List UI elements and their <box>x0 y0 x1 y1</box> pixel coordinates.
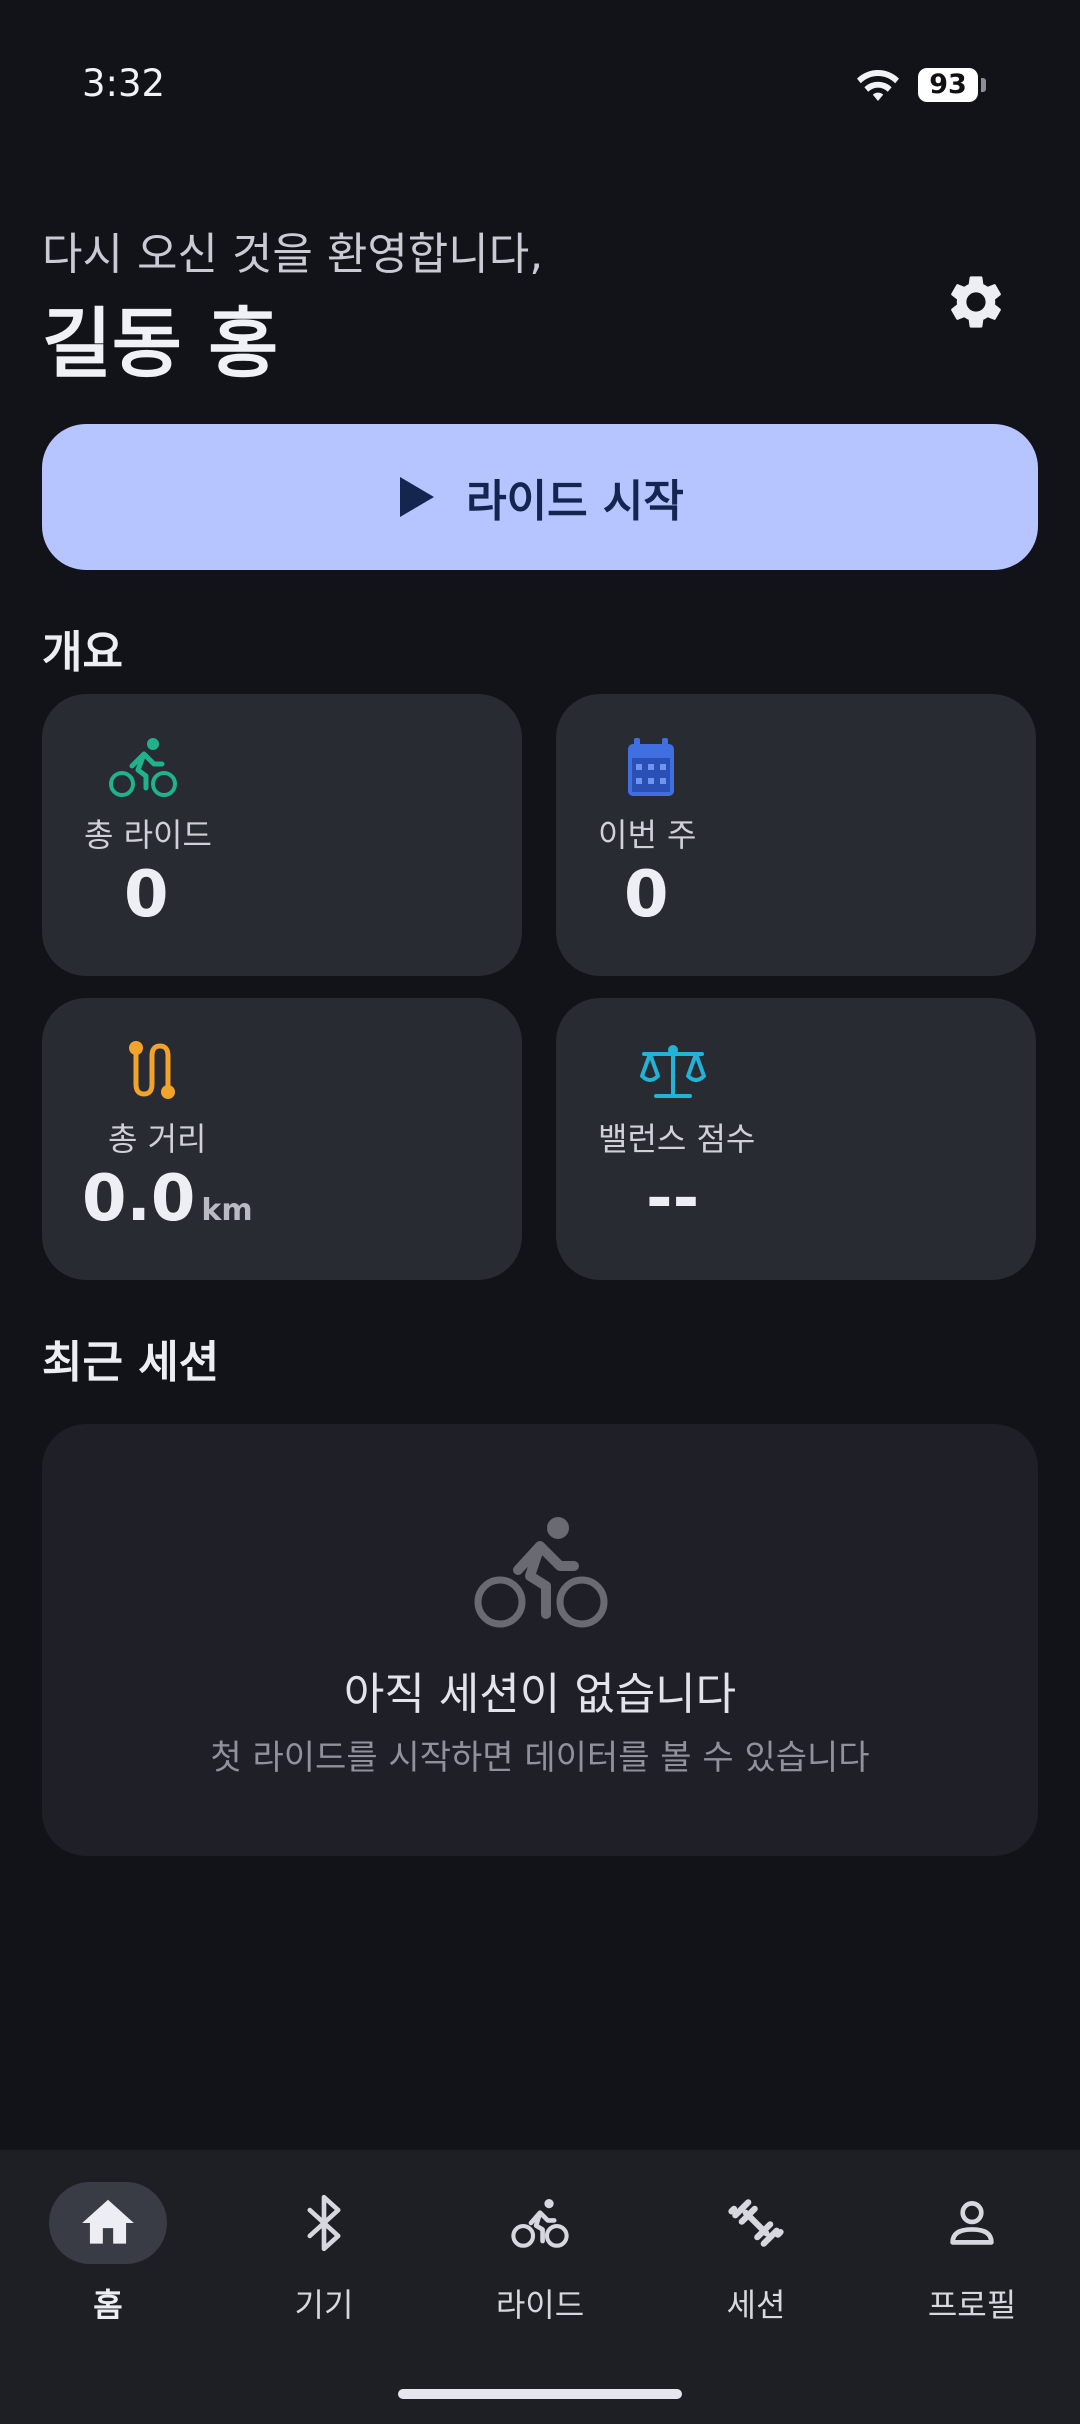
stat-card-total-rides: 총 라이드 0 <box>42 694 522 976</box>
bottom-navigation: 홈 기기 라이드 세션 프로필 <box>0 2150 1080 2424</box>
nav-item-ride[interactable]: 라이드 <box>432 2180 648 2340</box>
stat-value: 0.0 <box>82 1162 196 1236</box>
nav-label: 라이드 <box>495 2286 585 2324</box>
stat-label: 밸런스 점수 <box>598 1120 756 1158</box>
stat-card-total-distance: 총 거리 0.0 km <box>42 998 522 1280</box>
stat-value: 0 <box>124 858 169 932</box>
start-ride-button[interactable]: 라이드 시작 <box>42 424 1038 570</box>
nav-item-home[interactable]: 홈 <box>0 2180 216 2340</box>
nav-item-sessions[interactable]: 세션 <box>648 2180 864 2340</box>
bike-icon <box>511 2198 569 2248</box>
route-icon <box>129 1041 175 1099</box>
empty-title: 아직 세션이 없습니다 <box>343 1669 737 1720</box>
stat-label: 총 라이드 <box>84 816 212 854</box>
stat-label: 이번 주 <box>598 816 697 854</box>
start-ride-label: 라이드 시작 <box>466 476 684 527</box>
stat-value: 0 <box>624 858 669 932</box>
calendar-icon <box>628 738 674 796</box>
wifi-icon <box>857 70 899 101</box>
overview-title: 개요 <box>42 627 123 678</box>
stat-card-balance-score: 밸런스 점수 -- <box>556 998 1036 1280</box>
battery-level: 93 <box>918 68 978 102</box>
dumbbell-icon <box>728 2199 784 2247</box>
nav-label: 기기 <box>294 2286 354 2324</box>
stat-label: 총 거리 <box>108 1120 207 1158</box>
nav-label: 프로필 <box>927 2286 1017 2324</box>
empty-sessions-card: 아직 세션이 없습니다 첫 라이드를 시작하면 데이터를 볼 수 있습니다 <box>42 1424 1038 1856</box>
bike-icon <box>109 738 177 797</box>
bluetooth-icon <box>307 2194 341 2252</box>
nav-label: 세션 <box>726 2286 786 2324</box>
stat-card-this-week: 이번 주 0 <box>556 694 1036 976</box>
balance-scale-icon <box>640 1045 706 1098</box>
nav-item-profile[interactable]: 프로필 <box>864 2180 1080 2340</box>
bike-icon <box>474 1517 608 1628</box>
home-icon <box>82 2199 134 2244</box>
person-icon <box>950 2201 994 2245</box>
user-name: 길동 홍 <box>42 299 279 388</box>
battery-icon: 93 <box>918 68 986 106</box>
settings-gear-icon[interactable] <box>944 270 1008 334</box>
status-time: 3:32 <box>82 62 166 105</box>
nav-item-devices[interactable]: 기기 <box>216 2180 432 2340</box>
stat-value: -- <box>646 1162 700 1236</box>
empty-subtitle: 첫 라이드를 시작하면 데이터를 볼 수 있습니다 <box>210 1738 870 1778</box>
play-icon <box>400 477 435 517</box>
stat-value-distance: 0.0 km <box>82 1162 253 1236</box>
welcome-text: 다시 오신 것을 환영합니다, <box>42 229 544 280</box>
recent-sessions-title: 최근 세션 <box>42 1337 220 1388</box>
stat-unit: km <box>201 1193 253 1228</box>
nav-label: 홈 <box>93 2286 123 2324</box>
home-indicator[interactable] <box>398 2389 682 2399</box>
